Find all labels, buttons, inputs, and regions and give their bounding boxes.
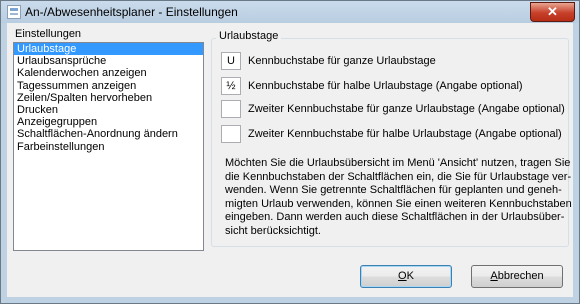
list-item-kalenderwochen[interactable]: Kalenderwochen anzeigen	[14, 67, 203, 79]
info-line: wenden. Wenn Sie getrennte Schaltflächen…	[225, 184, 562, 196]
settings-label: Einstellungen	[15, 28, 82, 40]
ok-mnemonic: O	[398, 270, 407, 282]
second-half-day-letter-field[interactable]	[221, 125, 241, 143]
close-button[interactable]: ✕	[530, 2, 575, 22]
list-item-tagessummen[interactable]: Tagessummen anzeigen	[14, 80, 203, 92]
list-item-schaltflaechen[interactable]: Schaltflächen-Anordnung ändern	[14, 128, 203, 140]
vacation-group-title: Urlaubstage	[216, 30, 282, 42]
list-item-anzeigegruppen[interactable]: Anzeigegruppen	[14, 116, 203, 128]
info-line: sicht berücksichtigt.	[225, 224, 321, 237]
second-full-day-letter-field[interactable]	[221, 100, 241, 118]
full-day-letter-label: Kennbuchstabe für ganze Urlaubstage	[248, 55, 436, 67]
app-icon	[7, 5, 21, 19]
ok-label-rest: K	[406, 270, 414, 282]
half-day-letter-label: Kennbuchstabe für halbe Urlaubstage (Ang…	[248, 80, 523, 92]
second-full-day-letter-label: Zweiter Kennbuchstabe für ganze Urlaubst…	[248, 103, 565, 115]
list-item-urlaubsansprueche[interactable]: Urlaubsansprüche	[14, 55, 203, 67]
dialog-content: Einstellungen Urlaubstage Urlaubsansprüc…	[7, 23, 573, 297]
settings-dialog: An-/Abwesenheitsplaner - Einstellungen ✕…	[0, 0, 580, 304]
title-bar[interactable]: An-/Abwesenheitsplaner - Einstellungen ✕	[1, 1, 579, 23]
half-day-letter-field[interactable]: ½	[221, 77, 241, 95]
settings-list[interactable]: Urlaubstage Urlaubsansprüche Kalenderwoc…	[13, 42, 204, 251]
cancel-label-rest: bbrechen	[497, 270, 544, 282]
ok-button[interactable]: OK	[360, 265, 452, 288]
list-item-farbeinstellungen[interactable]: Farbeinstellungen	[14, 141, 203, 153]
second-half-day-letter-label: Zweiter Kennbuchstabe für halbe Urlaubst…	[248, 128, 562, 140]
list-item-drucken[interactable]: Drucken	[14, 104, 203, 116]
info-text: Möchten Sie die Urlaubsübersicht im Menü…	[225, 157, 572, 238]
cancel-mnemonic: A	[490, 270, 498, 282]
window-title: An-/Abwesenheitsplaner - Einstellungen	[25, 5, 238, 19]
info-line: Möchten Sie die Urlaubsübersicht im Menü…	[225, 157, 571, 169]
list-item-zeilen-spalten[interactable]: Zeilen/Spalten hervorheben	[14, 92, 203, 104]
info-line: eingeben. Dann werden auch diese Schaltf…	[225, 211, 565, 223]
list-item-urlaubstage[interactable]: Urlaubstage	[14, 43, 203, 56]
cancel-button[interactable]: Abbrechen	[471, 265, 563, 288]
full-day-letter-field[interactable]: U	[221, 52, 241, 70]
info-line: migten Urlaub verwenden, können Sie eine…	[225, 197, 572, 210]
info-line: die Kennbuchstaben der Schaltflächen ein…	[225, 170, 572, 183]
